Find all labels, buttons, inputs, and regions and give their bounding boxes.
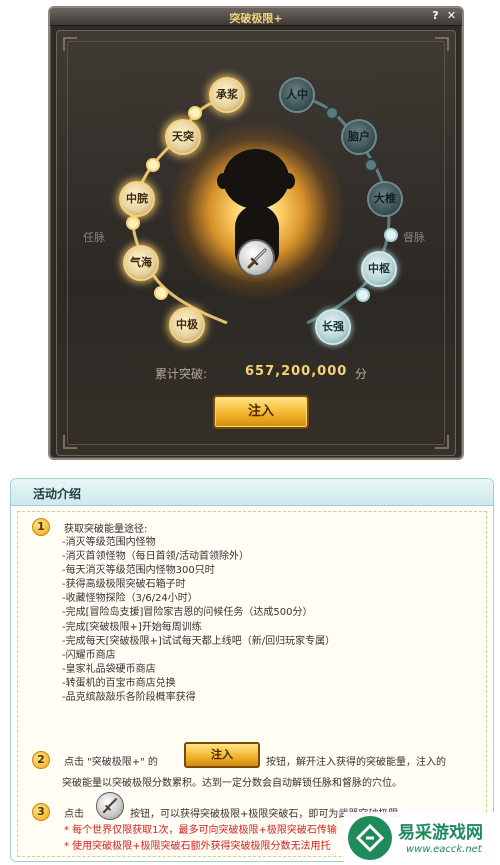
du-node-zhongshu[interactable]: 中枢: [361, 251, 397, 287]
total-score-label: 累计突破:: [155, 367, 208, 381]
character-silhouette: [223, 149, 289, 209]
du-joint: [325, 106, 339, 120]
note-red: * 使用突破极限+极限突破石额外获得突破极限分数无法用托: [64, 841, 331, 852]
du-node-naohu[interactable]: 脑户: [341, 119, 377, 155]
du-joint: [364, 158, 378, 172]
site-watermark: 易采游戏网 www.eacck.net: [344, 812, 496, 864]
step-1-badge: 1: [32, 518, 50, 536]
site-url: www.eacck.net: [406, 844, 482, 855]
list-item: -消灭等级范围内怪物: [62, 537, 156, 548]
step-2-text-line2: 突破能量以突破极限分数累积。达到一定分数会自动解锁任脉和督脉的穴位。: [62, 778, 402, 789]
info-header: 活动介绍: [11, 479, 493, 506]
inject-button-illustration: 注入: [184, 742, 260, 768]
du-node-renzhong[interactable]: 人中: [279, 77, 315, 113]
inject-button[interactable]: 注入: [213, 395, 309, 429]
info-body: 1 获取突破能量途径: -消灭等级范围内怪物 -消灭首领怪物（每日首领/活动首领…: [17, 511, 487, 857]
ren-node-zhongji[interactable]: 中极: [169, 307, 205, 343]
meridian-panel: 任脉 督脉 承浆 天突 中脘 气海 中极 人中 脑户 大椎 中枢 长强 累计突破…: [56, 30, 456, 456]
energy-source-list: -消灭等级范围内怪物 -消灭首领怪物（每日首领/活动首领除外） -每天消灭等级范…: [62, 536, 335, 705]
ren-joint: [146, 158, 160, 172]
total-score-unit: 分: [355, 367, 368, 381]
list-item: -消灭首领怪物（每日首领/活动首领除外）: [62, 551, 249, 563]
ren-joint: [126, 216, 140, 230]
du-joint: [356, 288, 370, 302]
weapon-button-illustration: [96, 792, 124, 820]
step-2-text-after: 按钮，解开注入获得的突破能量，注入的: [266, 757, 446, 768]
window-title: 突破极限+: [229, 12, 283, 25]
list-item: -皇家礼品袋硬币商店: [62, 663, 156, 675]
step-2-text: 点击 "突破极限+" 的: [64, 757, 158, 768]
sword-icon: [247, 248, 267, 269]
step-1-title: 获取突破能量途径:: [64, 524, 148, 535]
list-item: -收藏怪物探险（3/6/24小时）: [62, 593, 198, 605]
du-joint: [384, 228, 398, 242]
du-node-changqiang[interactable]: 长强: [315, 309, 351, 345]
weapon-breakthrough-button[interactable]: [237, 239, 275, 277]
step-2-badge: 2: [32, 751, 50, 769]
breakthrough-window: 突破极限+ ? ✕ 任脉 督脉 承浆 天突 中脘 气海 中极 人中 脑户 大椎 …: [48, 6, 464, 460]
list-item: -闪耀币商店: [62, 649, 116, 661]
site-logo-icon: [348, 816, 392, 860]
note-red: * 每个世界仅限获取1次，最多可向突破极限+极限突破石传输: [64, 825, 337, 836]
du-node-dazhui[interactable]: 大椎: [367, 181, 403, 217]
window-titlebar[interactable]: 突破极限+ ? ✕: [50, 8, 462, 26]
ren-node-tiantu[interactable]: 天突: [165, 119, 201, 155]
list-item: -完成[突破极限+]开始每周训练: [62, 621, 202, 633]
activity-intro-box: 活动介绍 1 获取突破能量途径: -消灭等级范围内怪物 -消灭首领怪物（每日首领…: [10, 478, 494, 862]
list-item: -品克缤敲敲乐各阶段概率获得: [62, 692, 196, 704]
ren-node-qihai[interactable]: 气海: [123, 245, 159, 281]
list-item: -获得高级极限突破石箱子时: [62, 579, 186, 591]
list-item: -每天消灭等级范围内怪物300只时: [62, 565, 215, 577]
ren-joint: [188, 106, 202, 120]
ren-meridian-label: 任脉: [83, 231, 105, 244]
help-button[interactable]: ?: [429, 10, 442, 23]
step-3-badge: 3: [32, 803, 50, 821]
list-item: -转蛋机的百宝市商店兑换: [62, 677, 176, 689]
sword-icon: [102, 798, 118, 814]
list-item: -完成[冒险岛支援]冒险家吉恩的问候任务（达成500分）: [62, 607, 313, 619]
step-3-text: 点击: [64, 809, 84, 820]
site-name: 易采游戏网: [398, 823, 483, 843]
close-button[interactable]: ✕: [445, 10, 458, 23]
ren-joint: [154, 286, 168, 300]
total-score-value: 657,200,000: [245, 364, 348, 379]
list-item: -完成每天[突破极限+]试试每天都上线吧（新/回归玩家专属）: [62, 635, 336, 647]
info-title: 活动介绍: [33, 487, 82, 501]
ren-node-chengjiang[interactable]: 承浆: [209, 77, 245, 113]
ren-node-zhongwan[interactable]: 中脘: [119, 181, 155, 217]
du-meridian-label: 督脉: [403, 231, 425, 244]
